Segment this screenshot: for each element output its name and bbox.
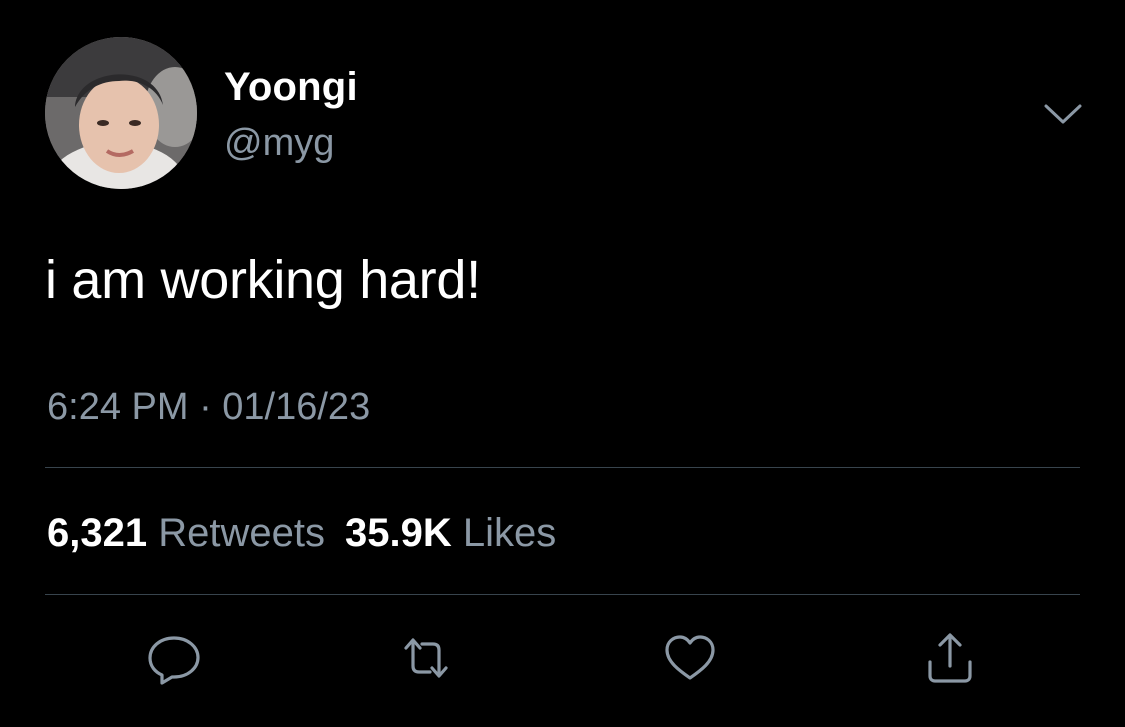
divider: [45, 594, 1080, 595]
heart-icon: [665, 635, 715, 680]
reply-button[interactable]: [144, 628, 204, 688]
tweet-card: Yoongi @myg i am working hard! 6:24 PM ·…: [0, 0, 1125, 727]
tweet-timestamp[interactable]: 6:24 PM · 01/16/23: [47, 384, 370, 430]
retweets-stat[interactable]: 6,321 Retweets: [47, 511, 325, 555]
likes-count: 35.9K: [344, 511, 452, 555]
avatar[interactable]: [45, 37, 197, 189]
chevron-down-icon[interactable]: [1040, 96, 1086, 132]
retweets-label: Retweets: [158, 511, 325, 555]
share-icon: [928, 633, 972, 683]
likes-label: Likes: [462, 511, 557, 555]
retweet-button[interactable]: [396, 628, 456, 688]
engagement-stats: 6,321 Retweets 35.9K Likes: [47, 509, 556, 557]
like-button[interactable]: [660, 628, 720, 688]
reply-icon: [148, 636, 200, 685]
tweet-text: i am working hard!: [45, 250, 481, 310]
divider: [45, 467, 1080, 468]
retweet-icon: [404, 638, 448, 678]
retweets-count: 6,321: [47, 511, 148, 555]
user-handle[interactable]: @myg: [224, 120, 334, 166]
share-button[interactable]: [920, 628, 980, 688]
likes-stat[interactable]: 35.9K Likes: [345, 511, 556, 555]
display-name[interactable]: Yoongi: [224, 63, 358, 111]
avatar-photo: [45, 37, 197, 189]
